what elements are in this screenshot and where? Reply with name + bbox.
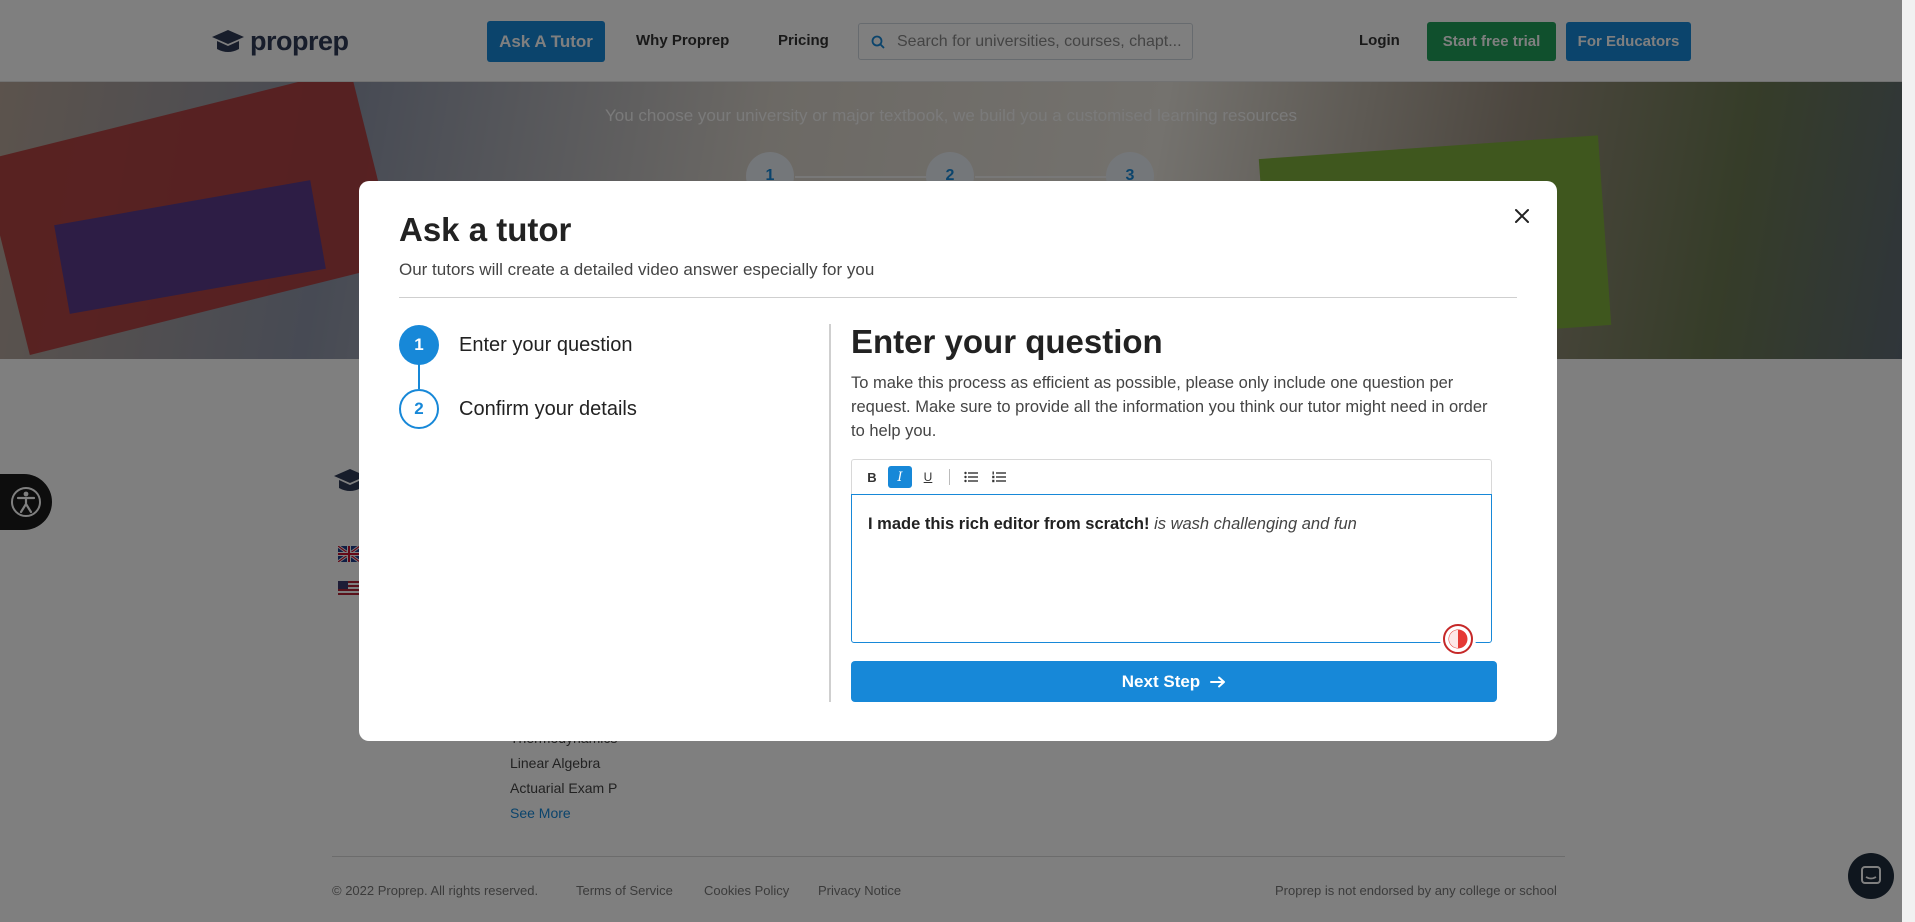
- editor-bold-text: I made this rich editor from scratch!: [868, 515, 1150, 533]
- content-title: Enter your question: [851, 323, 1163, 360]
- modal-subtitle: Our tutors will create a detailed video …: [399, 260, 875, 279]
- arrow-right-icon: [1210, 676, 1226, 687]
- italic-button[interactable]: I: [888, 466, 912, 488]
- modal-title: Ask a tutor: [399, 211, 572, 248]
- step-label: Confirm your details: [459, 397, 637, 420]
- editor-italic-text: is wash challenging and fun: [1154, 515, 1357, 533]
- bullet-list-icon: [964, 471, 978, 483]
- numbered-list-icon: [992, 471, 1006, 483]
- question-editor[interactable]: I made this rich editor from scratch! is…: [851, 494, 1492, 643]
- steps-divider: [829, 324, 831, 702]
- page-scrollbar[interactable]: [1902, 0, 1915, 922]
- step-label: Enter your question: [459, 333, 633, 356]
- bullet-list-button[interactable]: [959, 466, 983, 488]
- numbered-list-button[interactable]: [987, 466, 1011, 488]
- next-step-label: Next Step: [1121, 671, 1201, 691]
- toolbar-separator: [949, 469, 950, 485]
- editor-toolbar: B I U: [851, 459, 1492, 494]
- step-connector: [418, 363, 420, 389]
- close-button[interactable]: [1507, 201, 1537, 231]
- next-step-button[interactable]: Next Step: [851, 661, 1497, 702]
- underline-button[interactable]: U: [916, 466, 940, 488]
- step-number: 1: [399, 325, 439, 365]
- step-confirm-details[interactable]: 2 Confirm your details: [399, 389, 637, 429]
- bold-button[interactable]: B: [860, 466, 884, 488]
- step-enter-question[interactable]: 1 Enter your question: [399, 325, 632, 365]
- grammarly-badge-icon: [1443, 624, 1473, 654]
- ask-tutor-modal: Ask a tutor Our tutors will create a det…: [359, 181, 1557, 741]
- modal-divider: [399, 297, 1517, 298]
- content-description: To make this process as efficient as pos…: [851, 374, 1488, 440]
- grammarly-icon[interactable]: [1440, 621, 1476, 657]
- step-number: 2: [399, 389, 439, 429]
- close-icon: [1515, 209, 1529, 223]
